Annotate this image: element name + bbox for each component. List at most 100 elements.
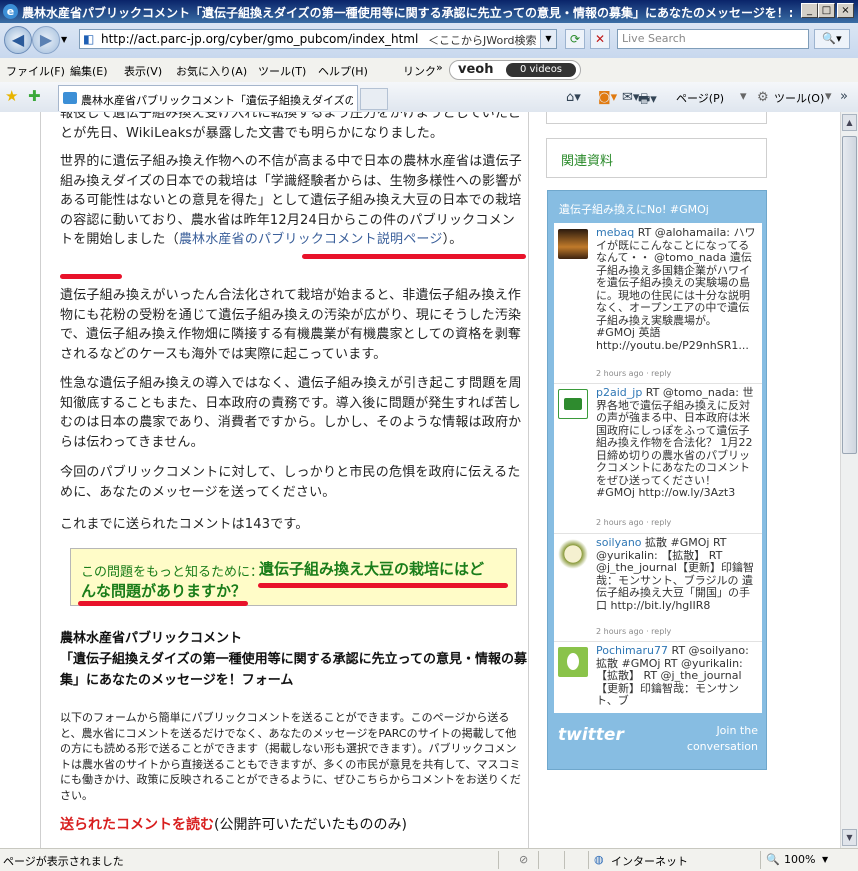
close-button[interactable]: × xyxy=(837,3,854,18)
links-chevron-icon[interactable]: » xyxy=(436,61,443,74)
twitter-widget: 遺伝子組み換えにNo! #GMOj mebaq RT @alohamaila: … xyxy=(547,190,767,770)
callout-box: この問題をもっと知るために： 遺伝子組み換え大豆の栽培にはど んな問題があります… xyxy=(70,548,517,606)
maff-explanation-link[interactable]: 農林水産省のパブリックコメント説明ページ xyxy=(179,232,443,247)
maximize-button[interactable]: □ xyxy=(818,3,835,18)
avatar-logo-mark xyxy=(564,398,582,410)
veoh-videos[interactable]: 0 videos xyxy=(506,63,576,77)
zoom-level[interactable]: 100% xyxy=(784,853,815,866)
veoh-toolbar[interactable]: veoh 0 videos xyxy=(449,60,581,80)
links-label[interactable]: リンク xyxy=(403,63,436,79)
search-button[interactable]: 🔍▾ xyxy=(814,29,850,49)
minimize-button[interactable]: _ xyxy=(801,3,818,18)
tweet-user[interactable]: soilyano xyxy=(596,536,642,549)
mail-icon[interactable]: ✉▾ xyxy=(622,90,639,105)
underline-mark xyxy=(78,601,248,606)
zoom-icon[interactable]: 🔍 xyxy=(766,853,780,866)
tweet-meta[interactable]: 2 hours ago · reply xyxy=(596,518,671,527)
globe-icon: ◍ xyxy=(594,853,604,866)
callout-link-line2[interactable]: んな問題がありますか？ xyxy=(81,580,246,601)
tools-menu[interactable]: ツール(O) xyxy=(774,90,824,106)
feeds-icon[interactable]: ◙▾ xyxy=(598,90,617,105)
underline-mark xyxy=(302,254,526,259)
callout-lead: この問題をもっと知るために： xyxy=(81,565,264,580)
privacy-icon[interactable]: ⊘ xyxy=(519,853,528,866)
menu-favorites[interactable]: お気に入り(A) xyxy=(176,63,247,79)
read-comments-row: 送られたコメントを読む(公開許可いただいたもののみ) xyxy=(60,814,407,834)
window-titlebar: e 農林水産省パブリックコメント「遺伝子組換えダイズの第一種使用等に関する承認に… xyxy=(0,0,858,23)
tweet-user[interactable]: Pochimaru77 xyxy=(596,644,668,657)
toolbar-chevron-icon[interactable]: » xyxy=(840,89,848,104)
tweet-body: RT @alohamaila: ハワイが既にこんなことになってるなんて・・ @t… xyxy=(596,226,756,352)
page-dropdown-icon[interactable]: ▾ xyxy=(740,89,747,104)
callout-link-line1[interactable]: 遺伝子組み換え大豆の栽培にはど xyxy=(259,558,484,579)
content-left-border xyxy=(40,112,41,848)
form-title-2: 「遺伝子組換えダイズの第一種使用等に関する承認に先立っての意見・情報の募集」にあ… xyxy=(60,652,527,688)
page-menu[interactable]: ページ(P) xyxy=(676,90,724,106)
scroll-down-icon[interactable]: ▼ xyxy=(842,829,857,846)
status-separator xyxy=(564,851,565,869)
sidebar-top-box xyxy=(546,112,767,124)
avatar[interactable] xyxy=(558,229,588,259)
menu-view[interactable]: 表示(V) xyxy=(124,63,162,79)
menu-help[interactable]: ヘルプ(H) xyxy=(318,63,368,79)
scroll-thumb[interactable] xyxy=(842,136,857,454)
ie-icon: e xyxy=(3,4,18,19)
tab-current[interactable]: 農林水産省パブリックコメント「遺伝子組換えダイズの第... xyxy=(58,85,358,111)
avatar[interactable] xyxy=(558,539,588,569)
related-materials-box: 関連資料 xyxy=(546,138,767,178)
live-search-input[interactable]: Live Search xyxy=(617,29,809,49)
menu-edit[interactable]: 編集(E) xyxy=(70,63,108,79)
related-materials-link[interactable]: 関連資料 xyxy=(561,150,613,169)
tweet-list[interactable]: mebaq RT @alohamaila: ハワイが既にこんなことになってるなん… xyxy=(554,223,762,713)
join-conversation-link[interactable]: Join the conversation xyxy=(687,723,758,755)
tweet-meta[interactable]: 2 hours ago · reply xyxy=(596,369,671,378)
back-button[interactable]: ◀ xyxy=(4,26,32,54)
stop-icon[interactable]: ✕ xyxy=(590,29,610,49)
avatar[interactable] xyxy=(558,389,588,419)
avatar-egg-mark xyxy=(567,653,579,670)
status-separator xyxy=(538,851,539,869)
refresh-icon[interactable]: ⟳ xyxy=(565,29,585,49)
tweet-item: soilyano 拡散 #GMOj RT @yurikalin: 【拡散】 RT… xyxy=(554,533,762,642)
tweet-text: Pochimaru77 RT @soilyano: 拡散 #GMOj RT @y… xyxy=(596,644,758,708)
content-right-border xyxy=(528,112,529,848)
gear-icon[interactable]: ⚙ xyxy=(757,90,769,105)
article-paragraph-1: 世界的に遺伝子組み換え作物への不信が高まる中で日本の農林水産省は遺伝子組み換えダ… xyxy=(60,152,526,250)
address-dropdown-icon[interactable]: ▼ xyxy=(540,30,556,48)
status-text: ページが表示されました xyxy=(3,855,124,868)
new-tab-button[interactable] xyxy=(360,88,388,110)
join-line-1: Join the xyxy=(716,724,758,737)
tweet-user[interactable]: p2aid_jp xyxy=(596,386,642,399)
scroll-up-icon[interactable]: ▲ xyxy=(842,114,857,131)
menu-tools[interactable]: ツール(T) xyxy=(258,63,306,79)
forward-button[interactable]: ▶ xyxy=(32,26,60,54)
tools-dropdown-icon[interactable]: ▾ xyxy=(825,89,832,104)
comment-count: これまでに送られたコメントは143です。 xyxy=(60,517,309,532)
tab-bar: ★ ✚ 農林水産省パブリックコメント「遺伝子組換えダイズの第... ⌂▾ ◙▾ … xyxy=(0,82,858,113)
jword-search[interactable]: ＜ここからJWord検索 xyxy=(428,32,537,48)
join-line-2: conversation xyxy=(686,740,758,753)
favorites-star-icon[interactable]: ★ xyxy=(5,87,18,105)
history-dropdown-icon[interactable]: ▼ xyxy=(61,35,67,44)
status-bar: ページが表示されました ⊘ ◍ インターネット 🔍 100% ▼ xyxy=(0,848,858,871)
vertical-scrollbar[interactable]: ▲ ▼ xyxy=(840,112,858,848)
home-icon[interactable]: ⌂▾ xyxy=(566,90,581,105)
tweet-meta[interactable]: 2 hours ago · reply xyxy=(596,627,671,636)
article-paragraph-4: 今回のパブリックコメントに対して、しっかりと市民の危惧を政府に伝えるために、あな… xyxy=(60,465,521,500)
underline-mark xyxy=(60,274,122,279)
url-text: http://act.parc-jp.org/cyber/gmo_pubcom/… xyxy=(101,32,419,46)
page-icon: ◧ xyxy=(83,32,95,46)
read-comments-link[interactable]: 送られたコメントを読む xyxy=(60,817,214,833)
add-favorite-icon[interactable]: ✚ xyxy=(28,87,41,105)
address-field[interactable]: ◧ http://act.parc-jp.org/cyber/gmo_pubco… xyxy=(79,29,557,49)
underline-mark xyxy=(258,583,508,588)
print-icon[interactable]: 🖶▾ xyxy=(638,90,657,112)
veoh-logo: veoh xyxy=(458,62,494,77)
twitter-logo[interactable]: twitter xyxy=(558,725,624,745)
tweet-user[interactable]: mebaq xyxy=(596,226,634,239)
tab-page-icon xyxy=(63,92,77,104)
menu-file[interactable]: ファイル(F) xyxy=(6,63,65,79)
avatar[interactable] xyxy=(558,647,588,677)
zoom-dropdown-icon[interactable]: ▼ xyxy=(822,855,828,864)
security-zone[interactable]: インターネット xyxy=(611,853,688,869)
